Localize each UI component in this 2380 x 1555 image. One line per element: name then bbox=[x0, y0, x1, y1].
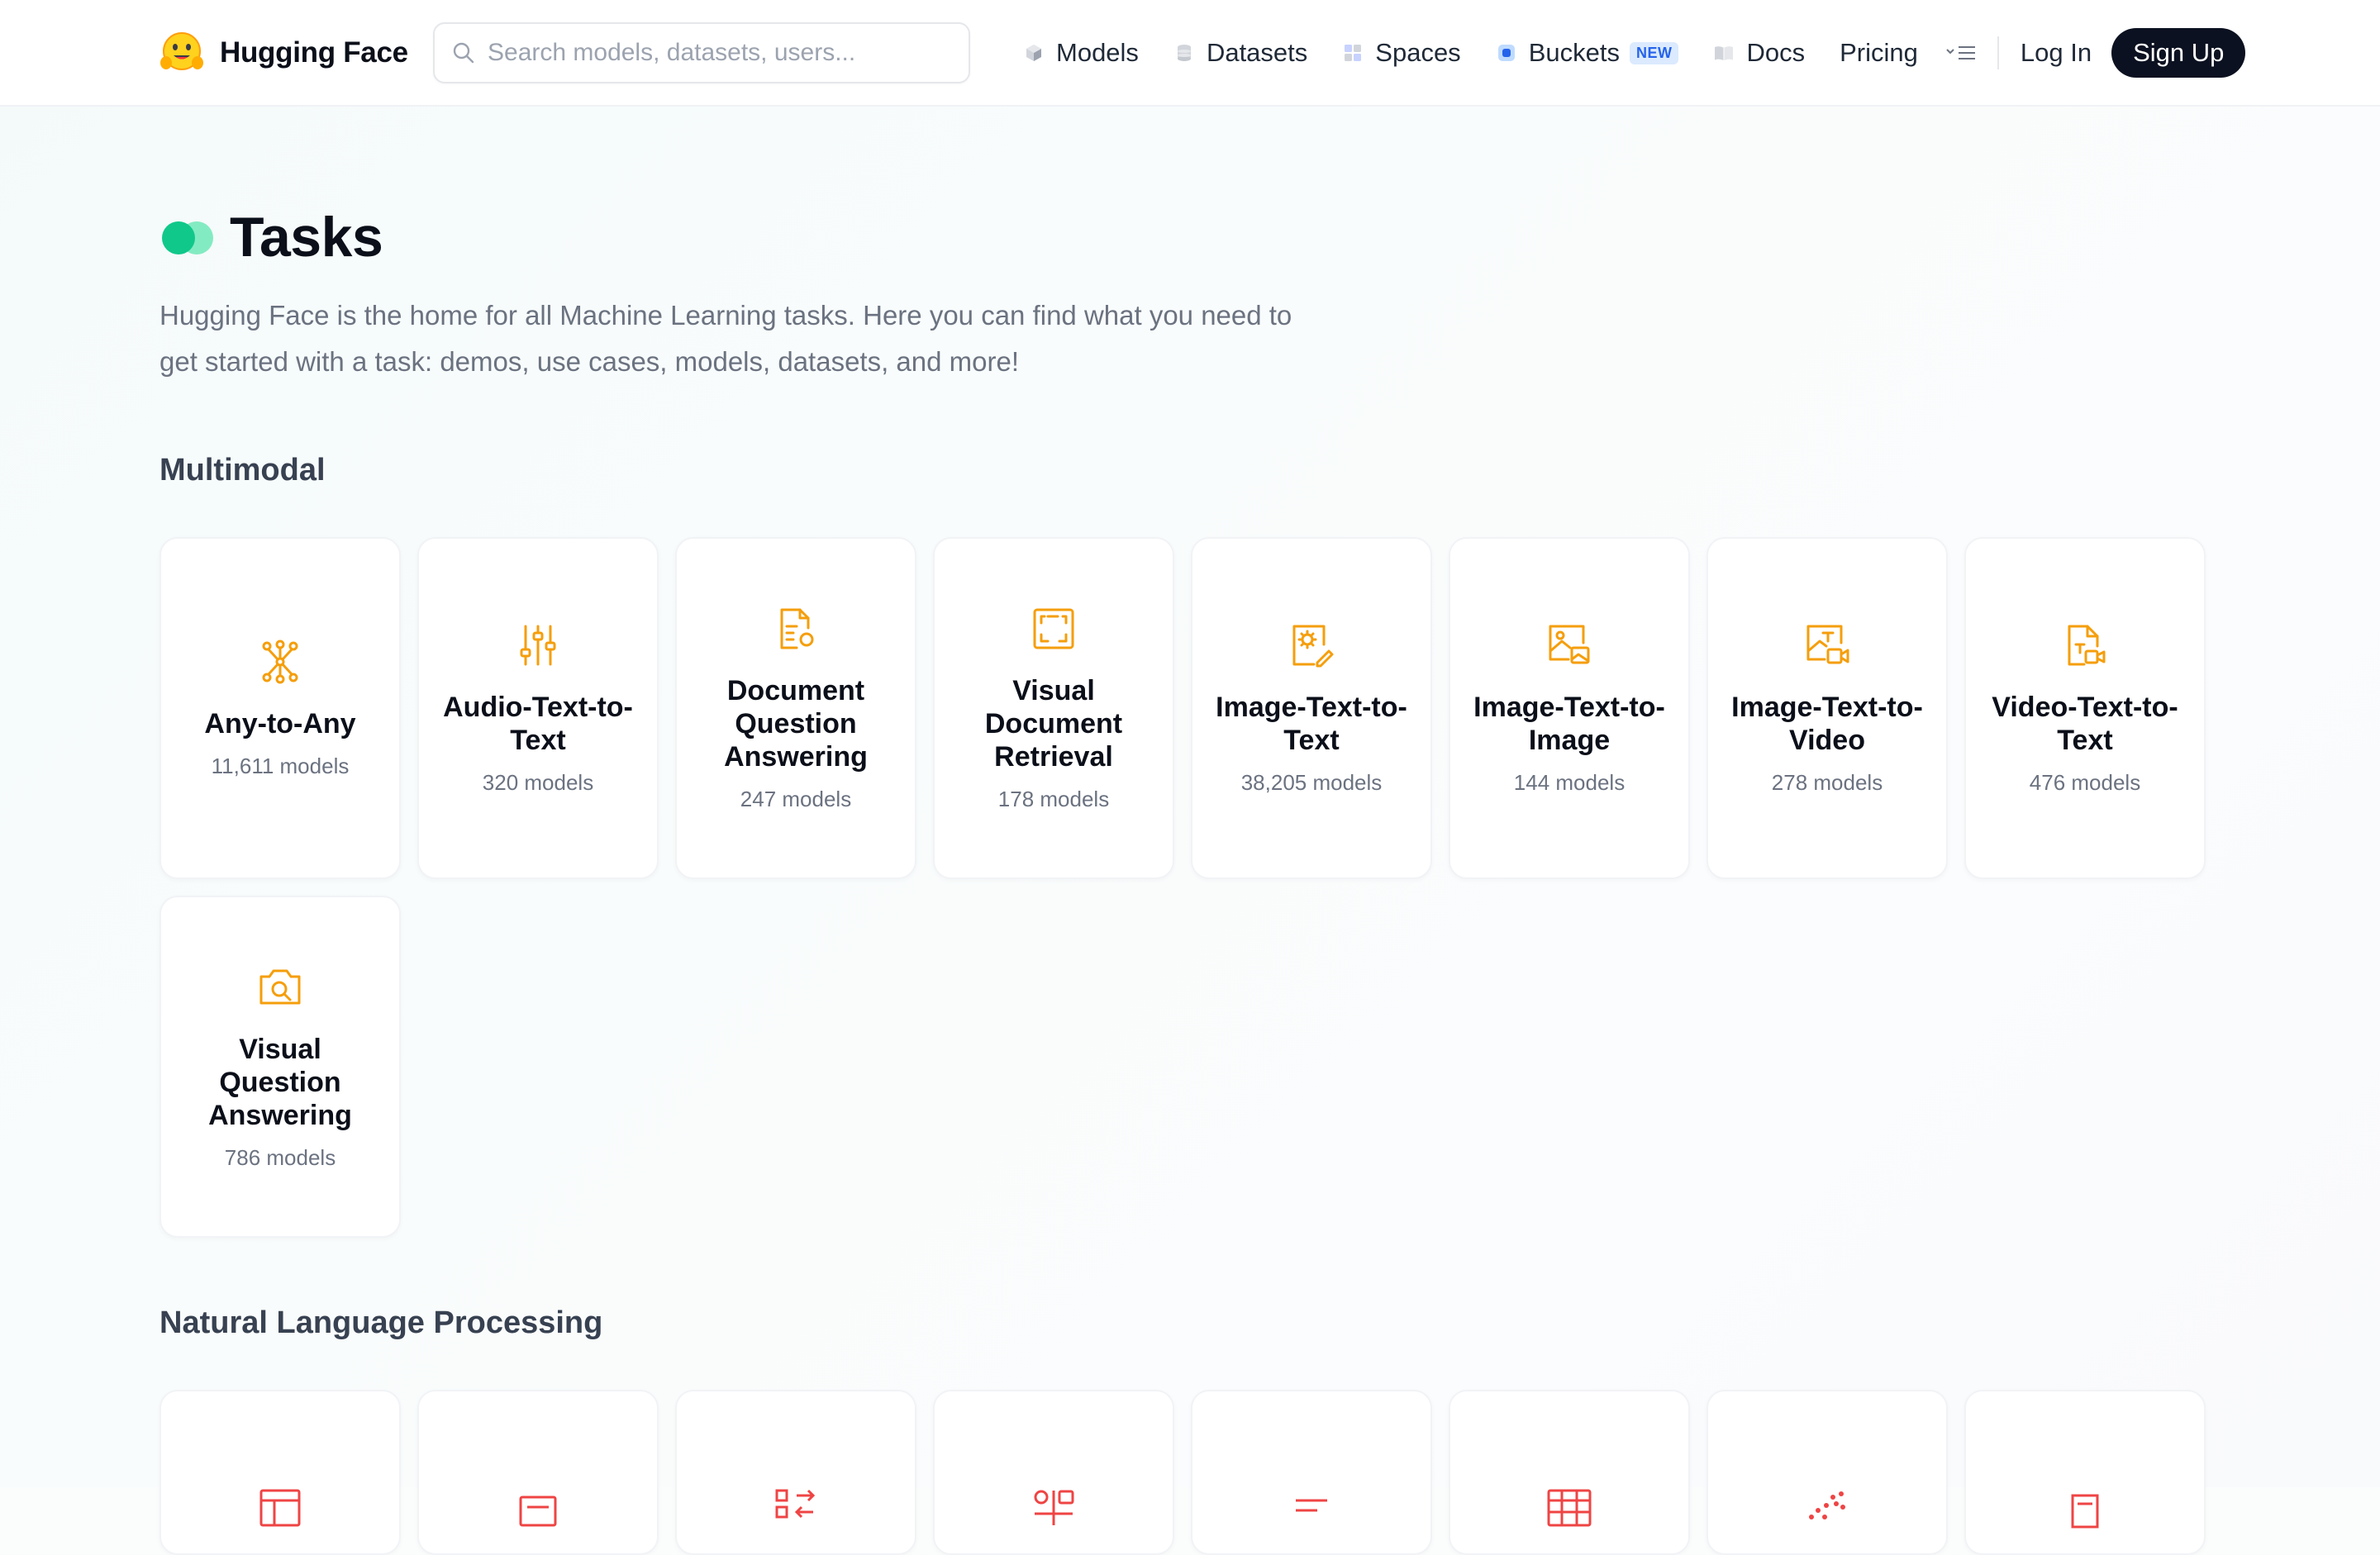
task-name: Image-Text-to-Video bbox=[1731, 691, 1923, 756]
task-name: Document Question Answering bbox=[724, 674, 868, 773]
more-menu-icon[interactable] bbox=[1944, 40, 1978, 65]
task-card-nlp-4[interactable] bbox=[933, 1390, 1174, 1555]
task-name: Any-to-Any bbox=[204, 707, 356, 739]
task-card-image-text-to-image[interactable]: Image-Text-to-Image 144 models bbox=[1449, 537, 1690, 879]
sliders-icon bbox=[520, 625, 556, 665]
nav-datasets-label: Datasets bbox=[1206, 38, 1308, 67]
task-card-document-question-answering[interactable]: Document Question Answering 247 models bbox=[675, 537, 916, 879]
task-card-visual-question-answering[interactable]: Visual Question Answering 786 models bbox=[159, 896, 401, 1238]
page-title-row: Tasks bbox=[162, 205, 383, 269]
task-model-count: 476 models bbox=[2029, 769, 2141, 795]
nav-pricing-label: Pricing bbox=[1840, 38, 1918, 67]
image-video-icon bbox=[1806, 625, 1849, 663]
task-name: Image-Text-to-Text bbox=[1216, 691, 1407, 756]
document-search-icon bbox=[780, 608, 814, 649]
nlp-task-grid bbox=[159, 1390, 2209, 1555]
search-input[interactable] bbox=[488, 39, 950, 67]
brand-logo-link[interactable]: Hugging Face bbox=[159, 30, 408, 76]
task-card-image-text-to-text[interactable]: Image-Text-to-Text 38,205 models bbox=[1191, 537, 1432, 879]
task-model-count: 786 models bbox=[224, 1144, 336, 1170]
task-name: Visual Document Retrieval bbox=[984, 674, 1123, 773]
table-icon bbox=[259, 1489, 301, 1527]
task-card-nlp-8[interactable] bbox=[1964, 1390, 2206, 1555]
multimodal-task-grid: Any-to-Any 11,611 models Audio-Text-to-T… bbox=[159, 537, 2209, 1238]
brand-name: Hugging Face bbox=[220, 36, 408, 69]
task-card-video-text-to-text[interactable]: Video-Text-to-Text 476 models bbox=[1964, 537, 2206, 879]
swap-icon bbox=[775, 1489, 816, 1519]
file-video-icon bbox=[2068, 625, 2106, 665]
text-box-icon bbox=[519, 1496, 557, 1527]
task-card-nlp-7[interactable] bbox=[1706, 1390, 1948, 1555]
task-name: Visual Question Answering bbox=[208, 1033, 352, 1131]
task-model-count: 144 models bbox=[1513, 769, 1626, 795]
database-icon bbox=[1177, 45, 1191, 61]
cube-icon bbox=[1026, 45, 1041, 61]
lines-icon bbox=[1296, 1499, 1327, 1512]
token-icon bbox=[1034, 1490, 1074, 1525]
task-name: Video-Text-to-Text bbox=[1992, 691, 2178, 756]
book-icon bbox=[1715, 46, 1734, 60]
table-grid-icon bbox=[1547, 1489, 1592, 1527]
image-edit-icon bbox=[1292, 625, 1334, 667]
bucket-icon bbox=[1497, 45, 1515, 61]
nav-models-label: Models bbox=[1056, 38, 1139, 67]
login-link[interactable]: Log In bbox=[2021, 38, 2092, 68]
task-card-image-text-to-video[interactable]: Image-Text-to-Video 278 models bbox=[1706, 537, 1948, 879]
task-card-nlp-5[interactable] bbox=[1191, 1390, 1432, 1555]
nav-docs-label: Docs bbox=[1746, 38, 1806, 67]
nav-docs[interactable]: Docs bbox=[1713, 38, 1805, 68]
search-box[interactable] bbox=[433, 22, 970, 83]
image-image-icon bbox=[1549, 625, 1590, 663]
page-title: Tasks bbox=[230, 206, 383, 269]
task-model-count: 247 models bbox=[740, 786, 852, 811]
nav-divider bbox=[1997, 36, 1999, 69]
nav-models[interactable]: Models bbox=[1023, 38, 1139, 68]
task-card-any-to-any[interactable]: Any-to-Any 11,611 models bbox=[159, 537, 401, 879]
task-model-count: 38,205 models bbox=[1240, 769, 1383, 795]
nav-spaces-label: Spaces bbox=[1375, 38, 1461, 67]
top-header: Hugging Face Models Datasets bbox=[0, 0, 2380, 107]
section-title-nlp: Natural Language Processing bbox=[159, 1305, 603, 1340]
new-badge: NEW bbox=[1629, 41, 1679, 64]
search-icon bbox=[453, 42, 474, 64]
task-card-visual-document-retrieval[interactable]: Visual Document Retrieval 178 models bbox=[933, 537, 1174, 879]
task-model-count: 11,611 models bbox=[211, 753, 350, 778]
nav-pricing[interactable]: Pricing bbox=[1840, 38, 1918, 68]
page-intro: Hugging Face is the home for all Machine… bbox=[159, 300, 1292, 377]
task-model-count: 278 models bbox=[1771, 769, 1883, 795]
nav-buckets-label: Buckets bbox=[1528, 38, 1620, 67]
task-card-nlp-2[interactable] bbox=[417, 1390, 659, 1555]
task-card-nlp-1[interactable] bbox=[159, 1390, 401, 1555]
nav-buckets[interactable]: Buckets NEW bbox=[1496, 38, 1679, 68]
tasks-dots-icon bbox=[162, 220, 215, 254]
task-name: Audio-Text-to-Text bbox=[443, 691, 633, 756]
nav-spaces[interactable]: Spaces bbox=[1342, 38, 1461, 68]
task-card-nlp-6[interactable] bbox=[1449, 1390, 1690, 1555]
task-card-nlp-3[interactable] bbox=[675, 1390, 916, 1555]
task-card-audio-text-to-text[interactable]: Audio-Text-to-Text 320 models bbox=[417, 537, 659, 879]
hugging-face-logo-icon bbox=[160, 32, 203, 70]
grid-icon bbox=[1345, 45, 1362, 61]
signup-button[interactable]: Sign Up bbox=[2111, 28, 2246, 78]
nav-datasets[interactable]: Datasets bbox=[1173, 38, 1307, 68]
scatter-icon bbox=[1809, 1491, 1845, 1519]
network-icon bbox=[262, 640, 298, 683]
section-title-multimodal: Multimodal bbox=[159, 453, 326, 487]
task-name: Image-Text-to-Image bbox=[1473, 691, 1665, 756]
task-model-count: 320 models bbox=[482, 769, 594, 795]
doc-icon bbox=[2071, 1494, 2099, 1529]
camera-search-icon bbox=[259, 969, 301, 1004]
frame-icon bbox=[1033, 608, 1074, 649]
main-nav: Models Datasets Spaces Buckets NEW Docs … bbox=[1023, 23, 2246, 83]
task-model-count: 178 models bbox=[997, 786, 1110, 811]
